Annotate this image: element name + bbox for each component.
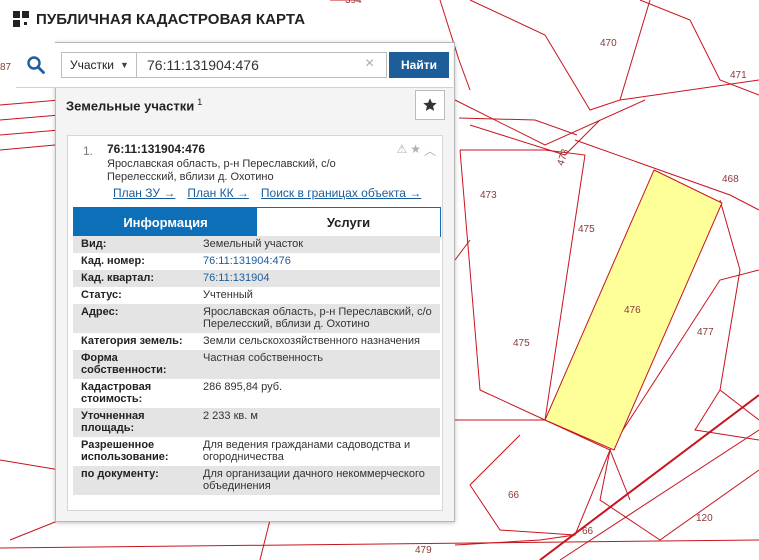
map-label-66-a: 66 [508,490,520,501]
map-label-66-b: 66 [582,526,594,537]
info-key: Вид: [73,236,195,253]
map-label-473-b: 473 [480,190,497,201]
search-bar: Участки ▼ × Найти [16,43,453,88]
info-value: Земельный участок [195,236,440,253]
map-label-475-b: 475 [513,338,530,349]
info-value: 2 233 кв. м [195,408,440,437]
map-label-475-a: 475 [578,224,595,235]
info-key: Кад. квартал: [73,270,195,287]
info-row: Вид: Земельный участок [73,236,440,253]
info-value: Земли сельскохозяйственного назначения [195,333,440,350]
result-links: План ЗУ → План КК → Поиск в границах объ… [113,186,421,200]
info-value: Учтенный [195,287,440,304]
map-label-476: 476 [624,305,641,316]
info-value: Частная собственность [195,350,440,379]
info-key: Кадастровая стоимость: [73,379,195,408]
result-address: Ярославская область, р-н Переславский, с… [107,158,336,183]
clear-icon[interactable]: × [365,55,374,73]
result-cadastral-id[interactable]: 76:11:131904:476 [107,142,205,156]
info-value[interactable]: 76:11:131904:476 [195,253,440,270]
info-row: Уточненная площадь: 2 233 кв. м [73,408,440,437]
section-title-text: Земельные участки [66,98,195,114]
info-key: Разрешенное использование: [73,437,195,466]
result-count: 1 [197,97,203,107]
info-key: Статус: [73,287,195,304]
chevron-up-icon[interactable]: ︿ [424,142,436,159]
star-icon [423,98,437,111]
info-row: Адрес: Ярославская область, р-н Переславс… [73,304,440,333]
info-key: Кад. номер: [73,253,195,270]
result-card: 1. 76:11:131904:476 Ярославская область,… [67,135,443,511]
info-value: Для ведения гражданами садоводства и ого… [195,437,440,466]
info-row: Кад. номер: 76:11:131904:476 [73,253,440,270]
result-index: 1. [83,144,94,158]
info-row: Статус: Учтенный [73,287,440,304]
info-row: Кад. квартал: 76:11:131904 [73,270,440,287]
info-value: Для организации дачного некоммерческого … [195,466,440,495]
map-label-87: 87 [0,62,12,73]
section-title: Земельные участки 1 [66,97,202,113]
app-title: ПУБЛИЧНАЯ КАДАСТРОВАЯ КАРТА [36,10,306,28]
plan-kk-link[interactable]: План КК → [187,186,249,200]
chevron-down-icon: ▼ [120,60,129,70]
info-tabs: Информация Услуги [73,207,441,237]
search-icon [27,56,45,74]
find-button[interactable]: Найти [389,52,449,78]
map-label-468: 468 [722,174,739,185]
info-key: Категория земель: [73,333,195,350]
map-label-479: 479 [415,545,432,556]
search-input[interactable] [137,52,387,78]
favorites-button[interactable] [415,90,445,120]
info-key: по документу: [73,466,195,495]
search-panel: Участки ▼ × Найти Земельные участки1 1. … [16,42,455,522]
search-type-label: Участки [70,58,114,72]
star-icon[interactable]: ★ [410,142,421,159]
info-row: Разрешенное использование: Для ведения гр… [73,437,440,466]
logo-icon [13,11,29,27]
map-label-120: 120 [696,513,713,524]
map-label-477: 477 [697,327,714,338]
tab-services[interactable]: Услуги [257,208,440,236]
info-key: Форма собственности: [73,350,195,379]
info-value: 286 895,84 руб. [195,379,440,408]
info-row: по документу: Для организации дачного нек… [73,466,440,495]
search-icon-button[interactable] [16,43,56,87]
info-row: Форма собственности: Частная собственност… [73,350,440,379]
tab-information[interactable]: Информация [74,208,257,236]
map-label-471: 471 [730,70,747,81]
info-value: Ярославская область, р-н Переславский, с… [195,304,440,333]
info-row: Категория земель: Земли сельскохозяйствен… [73,333,440,350]
app-header: ПУБЛИЧНАЯ КАДАСТРОВАЯ КАРТА [12,10,305,28]
plan-zu-link[interactable]: План ЗУ → [113,186,175,200]
search-in-bounds-link[interactable]: Поиск в границах объекта → [261,186,421,200]
info-row: Кадастровая стоимость: 286 895,84 руб. [73,379,440,408]
info-table: Вид: Земельный участок Кад. номер: 76:11:1… [73,236,440,495]
search-type-select[interactable]: Участки ▼ [61,52,137,78]
map-label-470: 470 [600,38,617,49]
info-key: Уточненная площадь: [73,408,195,437]
info-value[interactable]: 76:11:131904 [195,270,440,287]
map-label-394: 394 [345,0,362,6]
result-actions: ⚠ ★ ︿ [396,142,436,159]
info-key: Адрес: [73,304,195,333]
warning-icon[interactable]: ⚠ [396,142,407,159]
